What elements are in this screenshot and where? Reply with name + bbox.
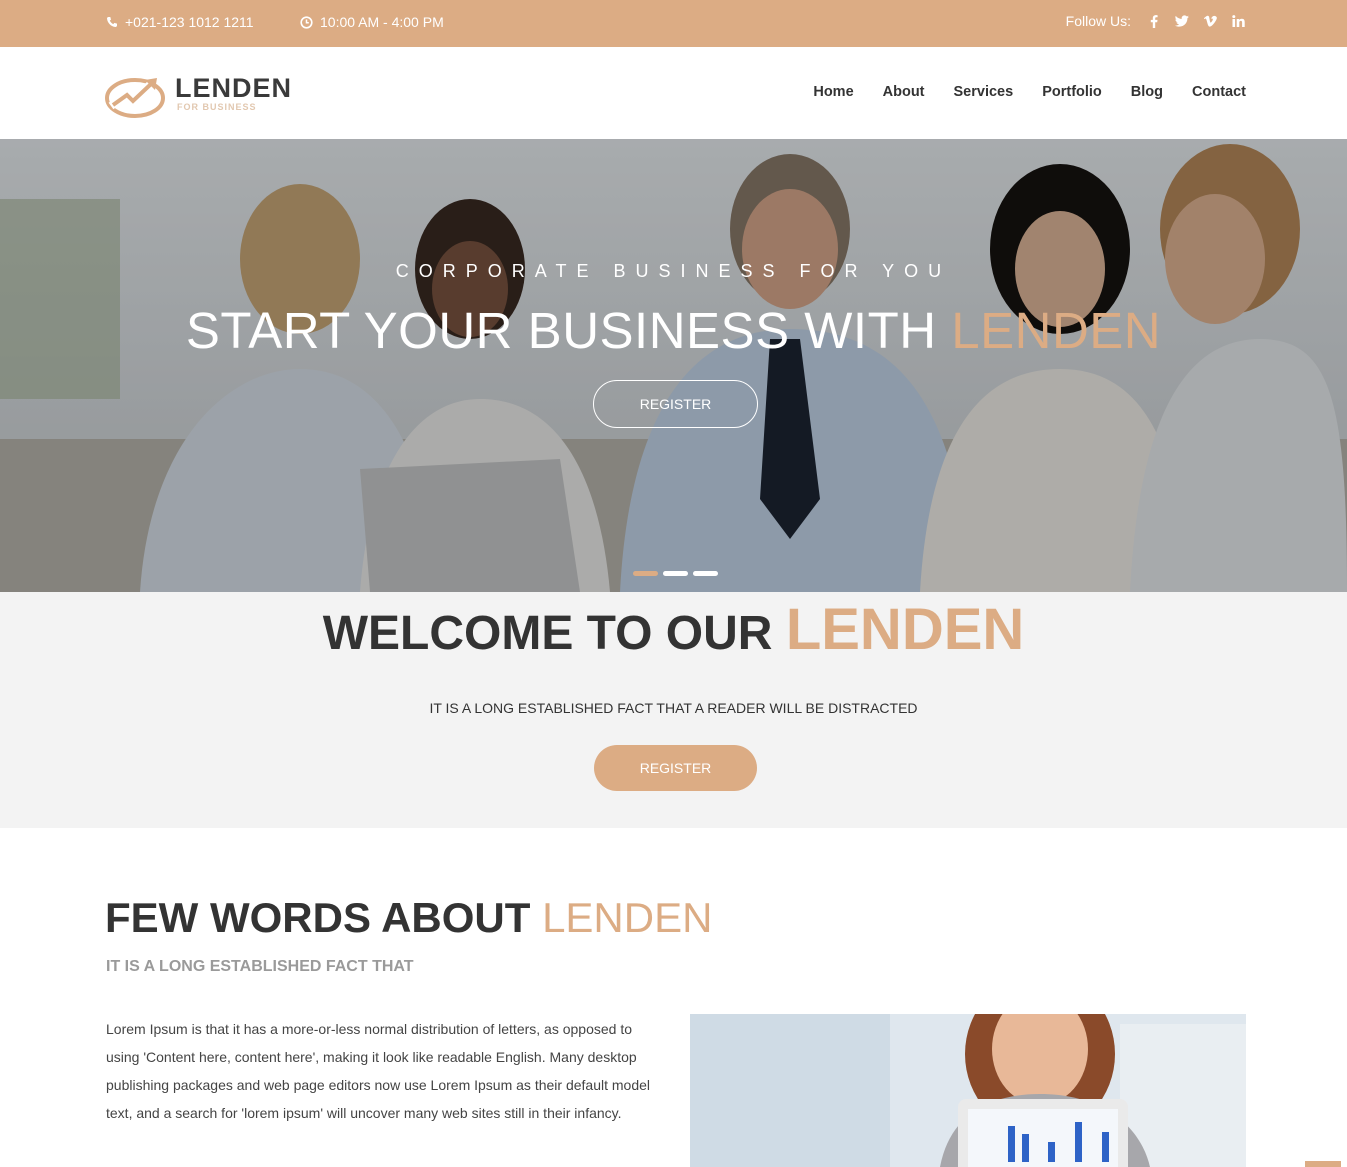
clock-icon [300, 15, 313, 29]
woman-with-tablet-image [690, 1014, 1246, 1167]
nav-item-home[interactable]: Home [813, 84, 853, 100]
welcome-register-button[interactable]: REGISTER [594, 745, 757, 791]
nav-item-about[interactable]: About [883, 84, 925, 100]
welcome-title-main: WELCOME TO OUR [322, 607, 786, 660]
slider-dot-3[interactable] [693, 571, 718, 576]
welcome-title-accent: LENDEN [785, 597, 1025, 662]
hero-slider: CORPORATE BUSINESS FOR YOU START YOUR BU… [0, 139, 1347, 592]
welcome-title: WELCOME TO OUR LENDEN [0, 596, 1347, 663]
hero-title-main: START YOUR BUSINESS WITH [185, 302, 952, 359]
phone-number: +021-123 1012 1211 [125, 14, 254, 30]
hero-title-accent: LENDEN [951, 302, 1162, 359]
facebook-icon[interactable] [1147, 14, 1161, 28]
about-title: FEW WORDS ABOUT LENDEN [105, 894, 712, 942]
about-subtitle: IT IS A LONG ESTABLISHED FACT THAT [106, 958, 414, 975]
logo-text: LENDEN FOR BUSINESS [175, 74, 292, 112]
site-header: LENDEN FOR BUSINESS Home About Services … [0, 47, 1347, 139]
hero-kicker: CORPORATE BUSINESS FOR YOU [395, 261, 952, 281]
social-follow: Follow Us: [1066, 13, 1245, 29]
hero-overlay [0, 139, 1347, 592]
nav-item-services[interactable]: Services [954, 84, 1014, 100]
top-bar: +021-123 1012 1211 10:00 AM - 4:00 PM Fo… [0, 0, 1347, 47]
logo[interactable]: LENDEN FOR BUSINESS [105, 74, 292, 118]
about-body-text: Lorem Ipsum is that it has a more-or-les… [106, 1021, 650, 1121]
nav-item-contact[interactable]: Contact [1192, 84, 1246, 100]
logo-mark-icon [105, 78, 165, 118]
opening-hours: 10:00 AM - 4:00 PM [320, 14, 444, 30]
about-image [690, 1014, 1246, 1167]
nav-item-portfolio[interactable]: Portfolio [1042, 84, 1102, 100]
main-nav: Home About Services Portfolio Blog Conta… [813, 84, 1246, 100]
slider-dot-1[interactable] [633, 571, 658, 576]
about-title-main: FEW WORDS ABOUT [105, 894, 543, 941]
welcome-section: WELCOME TO OUR LENDEN IT IS A LONG ESTAB… [0, 592, 1347, 828]
slider-dots [633, 571, 718, 576]
vimeo-icon[interactable] [1203, 14, 1217, 28]
phone-info: +021-123 1012 1211 [105, 14, 254, 30]
phone-icon [105, 16, 118, 29]
nav-item-blog[interactable]: Blog [1131, 84, 1163, 100]
logo-tagline: FOR BUSINESS [177, 102, 257, 112]
scroll-to-top-button[interactable] [1305, 1161, 1341, 1167]
logo-name: LENDEN [175, 73, 293, 103]
hours-info: 10:00 AM - 4:00 PM [300, 14, 444, 30]
about-title-accent: LENDEN [542, 894, 713, 941]
follow-label: Follow Us: [1065, 13, 1131, 29]
twitter-icon[interactable] [1175, 14, 1189, 28]
slider-dot-2[interactable] [663, 571, 688, 576]
hero-register-button[interactable]: REGISTER [593, 380, 758, 428]
welcome-subtitle: IT IS A LONG ESTABLISHED FACT THAT A REA… [429, 700, 918, 716]
linkedin-icon[interactable] [1231, 14, 1245, 28]
hero-title: START YOUR BUSINESS WITH LENDEN [0, 301, 1347, 360]
